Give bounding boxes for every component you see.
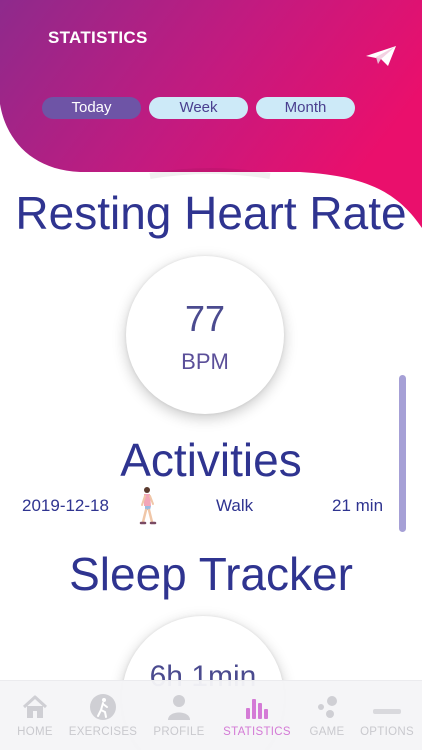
nav-profile-label: PROFILE	[153, 726, 205, 738]
paper-plane-icon[interactable]	[364, 44, 398, 68]
nav-statistics[interactable]: STATISTICS	[222, 681, 292, 750]
nav-profile[interactable]: PROFILE	[144, 681, 214, 750]
nav-options[interactable]: OPTIONS	[352, 681, 422, 750]
activity-date: 2019-12-18	[22, 496, 109, 515]
nav-exercises[interactable]: EXERCISES	[68, 681, 138, 750]
tab-today[interactable]: Today	[42, 97, 141, 119]
nav-options-label: OPTIONS	[360, 726, 414, 738]
page-title: STATISTICS	[48, 28, 148, 47]
scrollbar[interactable]	[399, 375, 406, 532]
sleep-tracker-title: Sleep Tracker	[69, 548, 353, 600]
heart-rate-unit: BPM	[181, 349, 229, 374]
tab-month[interactable]: Month	[256, 97, 355, 119]
activity-type: Walk	[216, 496, 254, 515]
exercises-icon	[90, 694, 116, 720]
home-icon	[22, 695, 48, 718]
activity-duration: 21 min	[332, 496, 384, 515]
nav-statistics-label: STATISTICS	[223, 726, 291, 738]
nav-home-label: HOME	[17, 726, 53, 738]
activities-title: Activities	[120, 434, 302, 486]
heart-rate-circle: 77 BPM	[126, 256, 284, 414]
options-icon	[373, 709, 401, 714]
tab-week[interactable]: Week	[149, 97, 248, 119]
bottom-navigation: HOME EXERCISES PROFILE STATISTICS GAME O…	[0, 680, 422, 750]
heart-rate-value: 77	[184, 298, 226, 339]
nav-exercises-label: EXERCISES	[68, 726, 138, 738]
game-icon	[318, 696, 337, 718]
walking-person-icon	[139, 487, 157, 525]
nav-home[interactable]: HOME	[0, 681, 70, 750]
statistics-icon	[246, 699, 268, 719]
resting-heart-rate-title: Resting Heart Rate	[15, 187, 407, 239]
profile-icon	[168, 695, 190, 720]
